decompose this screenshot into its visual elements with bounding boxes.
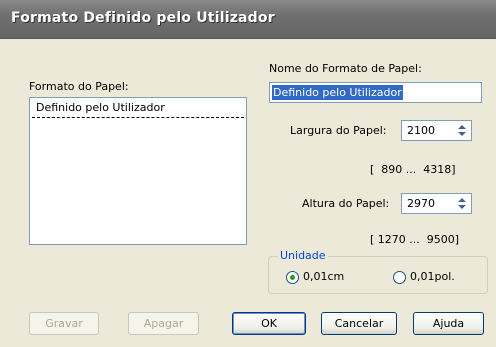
height-range: [ 1270 ... 9500] <box>370 233 460 246</box>
paper-name-input[interactable]: Definido pelo Utilizador <box>269 82 482 103</box>
delete-button[interactable]: Apagar <box>128 312 199 335</box>
width-value: 2100 <box>407 124 435 137</box>
help-button[interactable]: Ajuda <box>413 312 484 335</box>
paper-name-label: Nome do Formato de Papel: <box>269 62 422 75</box>
unit-inch-radio[interactable] <box>393 271 406 284</box>
spin-down-icon[interactable] <box>458 205 466 209</box>
width-spinner[interactable]: 2100 <box>401 120 472 141</box>
paper-format-label: Formato do Papel: <box>29 80 129 93</box>
unit-cm-label[interactable]: 0,01cm <box>303 270 344 283</box>
unit-legend: Unidade <box>278 249 328 262</box>
window-title: Formato Definido pelo Utilizador <box>11 10 275 26</box>
width-label: Largura do Papel: <box>290 124 387 137</box>
title-bar[interactable]: Formato Definido pelo Utilizador <box>0 0 496 39</box>
width-range: [ 890 ... 4318] <box>370 163 456 176</box>
unit-group: Unidade 0,01cm 0,01pol. <box>268 249 488 294</box>
height-value: 2970 <box>407 197 435 210</box>
cancel-button[interactable]: Cancelar <box>321 312 397 335</box>
paper-format-list[interactable]: Definido pelo Utilizador <box>29 97 247 245</box>
paper-name-value: Definido pelo Utilizador <box>272 85 403 100</box>
width-spin-arrows[interactable] <box>454 122 470 139</box>
list-item[interactable]: Definido pelo Utilizador <box>32 100 244 118</box>
height-spin-arrows[interactable] <box>454 195 470 212</box>
ok-button[interactable]: OK <box>232 312 306 335</box>
unit-cm-radio[interactable] <box>286 271 299 284</box>
radio-selected-dot-icon <box>290 275 295 280</box>
spin-up-icon[interactable] <box>458 198 466 202</box>
height-label: Altura do Papel: <box>302 197 390 210</box>
spin-down-icon[interactable] <box>458 132 466 136</box>
spin-up-icon[interactable] <box>458 125 466 129</box>
save-button[interactable]: Gravar <box>29 312 99 335</box>
height-spinner[interactable]: 2970 <box>401 193 472 214</box>
unit-inch-label[interactable]: 0,01pol. <box>410 270 455 283</box>
